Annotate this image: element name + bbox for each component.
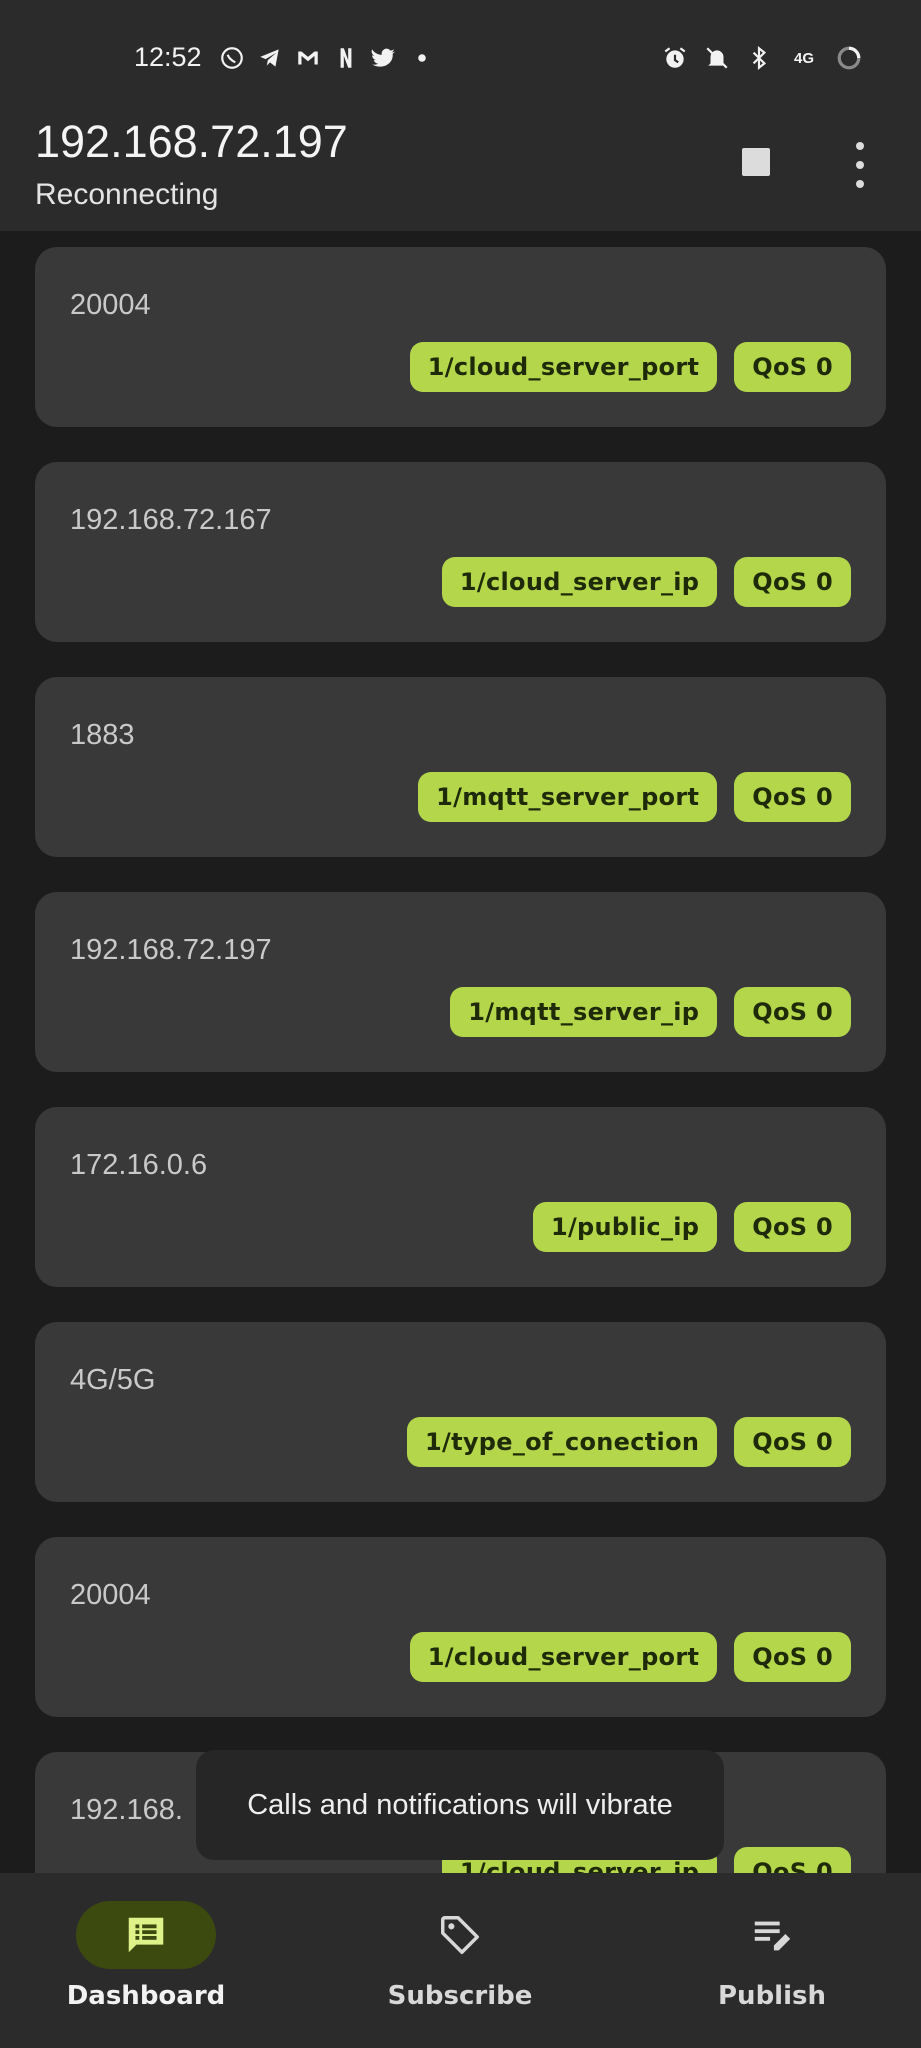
telegram-icon (256, 44, 284, 72)
nav-indicator (76, 1901, 216, 1969)
message-payload: 20004 (70, 1579, 151, 1611)
topic-chip[interactable]: 1/mqtt_server_port (418, 772, 718, 822)
gmail-icon (294, 44, 322, 72)
qos-chip[interactable]: QoS 0 (734, 1632, 851, 1682)
status-right-icons: 4G (661, 44, 863, 72)
message-card[interactable]: 192.168.72.167 1/cloud_server_ip QoS 0 (35, 462, 886, 642)
message-card[interactable]: 20004 1/cloud_server_port QoS 0 (35, 247, 886, 427)
nav-item-publish[interactable]: Publish (652, 1901, 892, 2031)
message-chips: 1/type_of_conection QoS 0 (407, 1417, 851, 1467)
status-left-icons (218, 44, 436, 72)
qos-chip[interactable]: QoS 0 (734, 557, 851, 607)
message-chips: 1/cloud_server_port QoS 0 (409, 1632, 851, 1682)
qos-chip[interactable]: QoS 0 (734, 772, 851, 822)
topic-chip[interactable]: 1/cloud_server_port (409, 342, 718, 392)
netflix-icon (332, 44, 360, 72)
whatsapp-icon (218, 44, 246, 72)
bluetooth-icon (745, 44, 773, 72)
tag-icon (441, 1916, 479, 1954)
message-payload: 1883 (70, 719, 135, 751)
topic-chip[interactable]: 1/cloud_server_ip (441, 557, 718, 607)
app-bar: 192.168.72.197 Reconnecting (0, 116, 921, 231)
connection-title: 192.168.72.197 (35, 116, 348, 167)
message-card[interactable]: 20004 1/cloud_server_port QoS 0 (35, 1537, 886, 1717)
nav-indicator (702, 1901, 842, 1969)
nav-label-subscribe: Subscribe (387, 1981, 533, 2011)
message-payload: 20004 (70, 289, 151, 321)
more-dot (856, 180, 864, 188)
message-card[interactable]: 172.16.0.6 1/public_ip QoS 0 (35, 1107, 886, 1287)
topic-chip[interactable]: 1/type_of_conection (407, 1417, 718, 1467)
topic-chip[interactable]: 1/mqtt_server_ip (450, 987, 718, 1037)
nav-item-subscribe[interactable]: Subscribe (340, 1901, 580, 2031)
qos-chip[interactable]: QoS 0 (734, 1847, 851, 1873)
message-chips: 1/cloud_server_ip QoS 0 (441, 557, 851, 607)
stop-icon[interactable] (742, 148, 770, 176)
nav-item-dashboard[interactable]: Dashboard (26, 1901, 266, 2031)
connection-status: Reconnecting (35, 178, 219, 211)
message-card[interactable]: 192.168.72.197 1/mqtt_server_ip QoS 0 (35, 892, 886, 1072)
publish-icon (754, 1921, 791, 1951)
message-payload: 172.16.0.6 (70, 1149, 208, 1181)
more-dot (856, 142, 864, 150)
topic-chip[interactable]: 1/public_ip (532, 1202, 718, 1252)
message-chips: 1/cloud_server_port QoS 0 (409, 342, 851, 392)
message-chips: 1/public_ip QoS 0 (532, 1202, 851, 1252)
nav-indicator (390, 1901, 530, 1969)
qos-chip[interactable]: QoS 0 (734, 342, 851, 392)
signal-4g-icon: 4G (793, 49, 814, 67)
qos-chip[interactable]: QoS 0 (734, 987, 851, 1037)
message-card[interactable]: 4G/5G 1/type_of_conection QoS 0 (35, 1322, 886, 1502)
notifications-muted-icon (703, 44, 731, 72)
status-time: 12:52 (134, 42, 202, 72)
message-chips: 1/mqtt_server_port QoS 0 (418, 772, 851, 822)
message-chips: 1/mqtt_server_ip QoS 0 (450, 987, 851, 1037)
alarm-icon (661, 44, 689, 72)
battery-icon (835, 44, 863, 72)
qos-chip[interactable]: QoS 0 (734, 1417, 851, 1467)
message-payload: 4G/5G (70, 1364, 156, 1396)
dashboard-icon (128, 1917, 164, 1953)
message-payload: 192.168.72.167 (70, 504, 272, 536)
more-options-icon[interactable] (842, 142, 878, 188)
qos-chip[interactable]: QoS 0 (734, 1202, 851, 1252)
bottom-navigation: Dashboard Subscribe Publish (0, 1873, 921, 2048)
dot-icon (408, 44, 436, 72)
nav-label-dashboard: Dashboard (66, 1981, 226, 2011)
message-payload: 192.168. (70, 1794, 183, 1826)
nav-label-publish: Publish (718, 1981, 826, 2011)
status-bar: 12:52 4G (0, 0, 921, 116)
topic-chip[interactable]: 1/cloud_server_port (409, 1632, 718, 1682)
message-list[interactable]: 20004 1/cloud_server_port QoS 0 192.168.… (0, 231, 921, 1873)
more-dot (856, 161, 864, 169)
twitter-icon (370, 44, 398, 72)
message-payload: 192.168.72.197 (70, 934, 272, 966)
toast-message: Calls and notifications will vibrate (196, 1750, 724, 1860)
message-card[interactable]: 1883 1/mqtt_server_port QoS 0 (35, 677, 886, 857)
